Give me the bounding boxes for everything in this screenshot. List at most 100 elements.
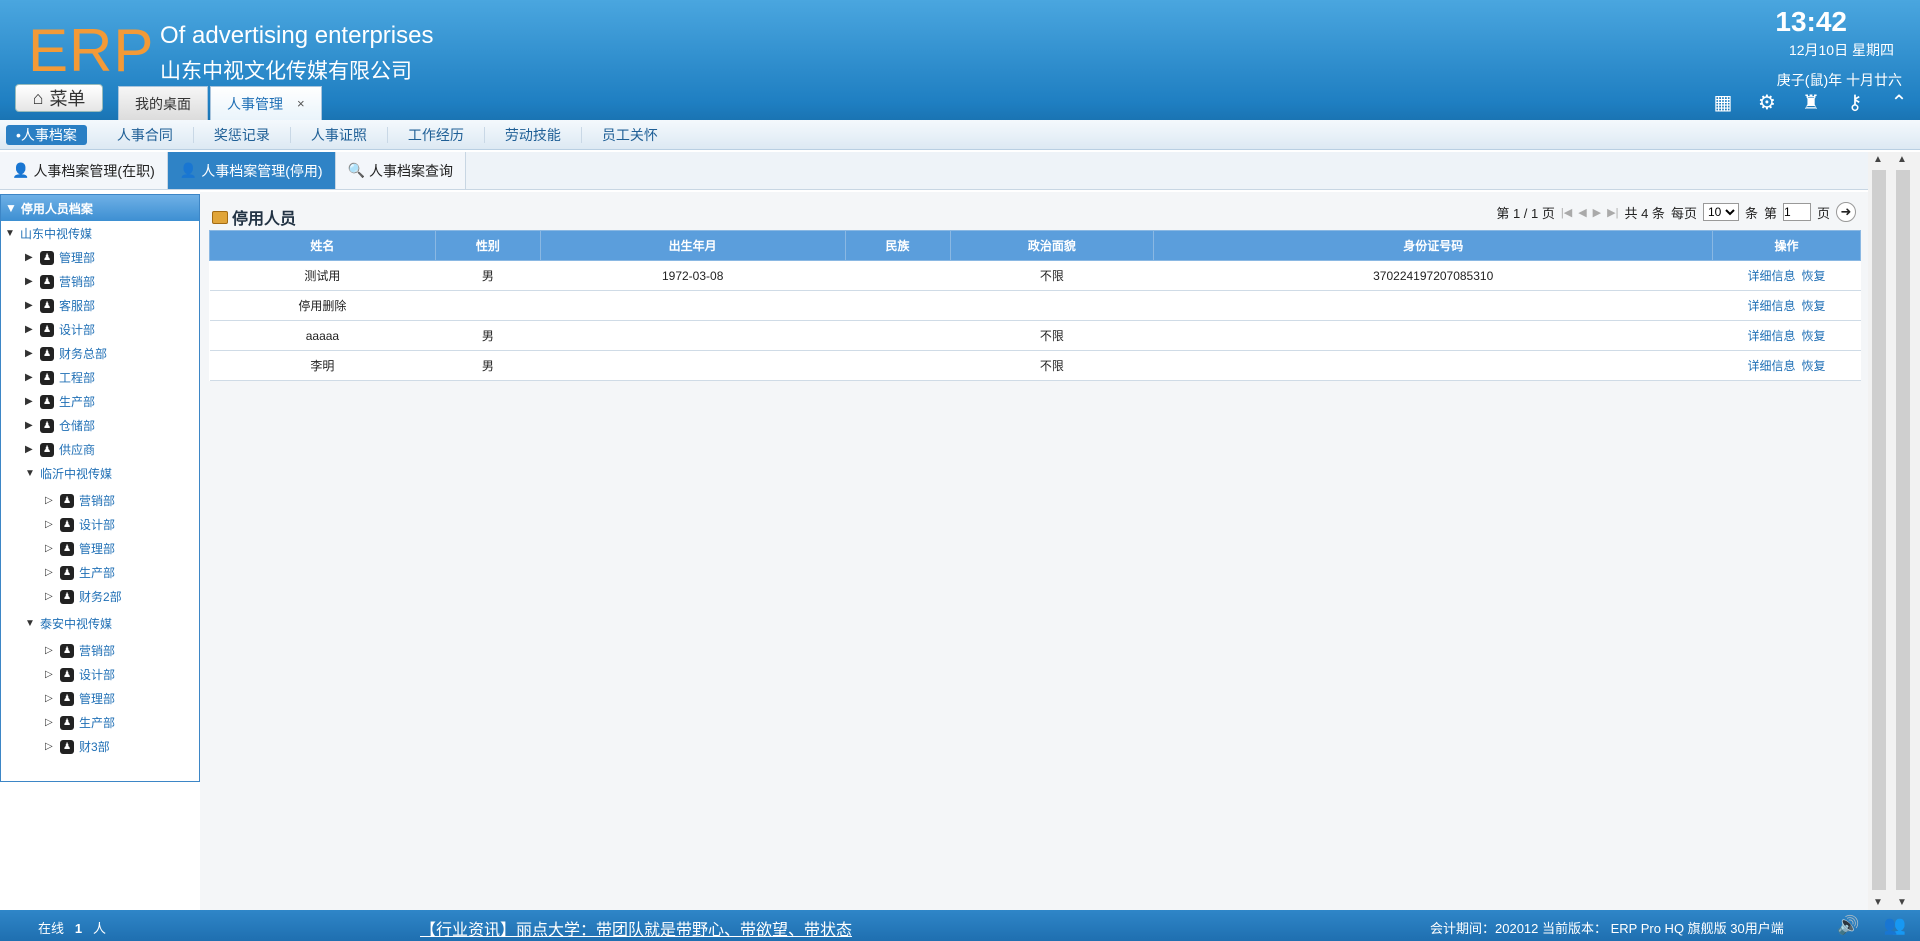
restore-link[interactable]: 恢复 (1802, 359, 1826, 373)
tree-node[interactable]: ▷ ♟ 营销部 (45, 492, 115, 509)
chevron-right-icon[interactable]: ▶ (25, 276, 35, 287)
key-icon[interactable]: ⚷ (1844, 92, 1866, 114)
tree-node[interactable]: ▷ ♟ 设计部 (45, 666, 115, 683)
scroll-down-icon[interactable]: ▼ (1897, 897, 1907, 908)
detail-link[interactable]: 详细信息 (1748, 269, 1796, 283)
go-arrow-icon[interactable]: ➜ (1836, 202, 1856, 222)
scroll-down-icon[interactable]: ▼ (1873, 897, 1883, 908)
next-page-icon[interactable]: ▶ (1593, 206, 1601, 219)
tree-node[interactable]: ▼ 临沂中视传媒 (25, 465, 112, 482)
chevron-right-icon[interactable]: ▷ (45, 519, 55, 530)
chevron-right-icon[interactable]: ▶ (25, 444, 35, 455)
tab-hr-management[interactable]: 人事管理 × (210, 86, 322, 120)
table-row[interactable]: aaaaa 男 不限 详细信息 恢复 (209, 320, 1861, 351)
col-political[interactable]: 政治面貌 (949, 230, 1155, 261)
tree-node[interactable]: ▶ ♟ 财务总部 (25, 345, 107, 362)
chevron-right-icon[interactable]: ▶ (25, 372, 35, 383)
chevron-right-icon[interactable]: ▷ (45, 669, 55, 680)
scroll-up-icon[interactable]: ▲ (1873, 154, 1883, 165)
tree-node[interactable]: ▼ 泰安中视传媒 (25, 615, 112, 632)
tree-node[interactable]: ▷ ♟ 财务2部 (45, 588, 122, 605)
tree-node[interactable]: ▷ ♟ 管理部 (45, 690, 115, 707)
chevron-right-icon[interactable]: ▷ (45, 495, 55, 506)
chevron-right-icon[interactable]: ▶ (25, 420, 35, 431)
subnav-work-history[interactable]: 工作经历 (388, 126, 485, 143)
chevron-right-icon[interactable]: ▷ (45, 741, 55, 752)
tree-node[interactable]: ▷ ♟ 生产部 (45, 564, 115, 581)
col-id-number[interactable]: 身份证号码 (1153, 230, 1714, 261)
col-gender[interactable]: 性别 (434, 230, 541, 261)
tree-node[interactable]: ▶ ♟ 生产部 (25, 393, 95, 410)
tree-header[interactable]: ▼ 停用人员档案 (1, 195, 199, 221)
chevron-down-icon[interactable]: ▼ (5, 228, 15, 239)
users-icon[interactable]: 👥 (1884, 915, 1906, 936)
scroll-track[interactable] (1872, 170, 1886, 890)
tree-node[interactable]: ▶ ♟ 工程部 (25, 369, 95, 386)
subnav-rewards[interactable]: 奖惩记录 (194, 126, 291, 143)
per-page-select[interactable]: 10 (1702, 203, 1739, 221)
shirt-icon[interactable]: ♜ (1800, 92, 1822, 114)
tree-node[interactable]: ▼ 山东中视传媒 (5, 225, 92, 242)
gear-icon[interactable]: ⚙ (1756, 92, 1778, 114)
tree-node[interactable]: ▶ ♟ 管理部 (25, 249, 95, 266)
tab-archive-query[interactable]: 🔍 人事档案查询 (335, 152, 466, 189)
table-row[interactable]: 李明男 不限 详细信息 恢复 (209, 350, 1861, 381)
prev-page-icon[interactable]: ◀ (1578, 206, 1586, 219)
vertical-scrollbar[interactable]: ▲ ▲ ▼ ▼ (1868, 152, 1920, 910)
chevron-right-icon[interactable]: ▷ (45, 543, 55, 554)
subnav-hr-contract[interactable]: 人事合同 (97, 126, 194, 143)
table-row[interactable]: 停用删除 详细信息 恢复 (209, 290, 1861, 321)
col-birth[interactable]: 出生年月 (539, 230, 846, 261)
tree-node[interactable]: ▷ ♟ 生产部 (45, 714, 115, 731)
chevron-right-icon[interactable]: ▶ (25, 252, 35, 263)
chevron-right-icon[interactable]: ▶ (25, 300, 35, 311)
close-icon[interactable]: × (297, 96, 305, 111)
chevron-right-icon[interactable]: ▷ (45, 717, 55, 728)
subnav-hr-archive[interactable]: •人事档案 (6, 124, 87, 145)
restore-link[interactable]: 恢复 (1802, 299, 1826, 313)
chevron-right-icon[interactable]: ▷ (45, 693, 55, 704)
news-ticker-link[interactable]: 【行业资讯】丽点大学：带团队就是带野心、带欲望、带状态 (420, 916, 852, 940)
detail-link[interactable]: 详细信息 (1748, 329, 1796, 343)
chevron-right-icon[interactable]: ▷ (45, 645, 55, 656)
col-name[interactable]: 姓名 (209, 230, 436, 261)
detail-link[interactable]: 详细信息 (1748, 359, 1796, 373)
detail-link[interactable]: 详细信息 (1748, 299, 1796, 313)
tab-archive-disabled[interactable]: 👤 人事档案管理(停用) (167, 152, 336, 189)
goto-page-input[interactable] (1782, 203, 1811, 221)
tree-node[interactable]: ▶ ♟ 仓储部 (25, 417, 95, 434)
tab-my-desktop[interactable]: 我的桌面 (118, 86, 208, 120)
subnav-labor-skills[interactable]: 劳动技能 (485, 126, 582, 143)
first-page-icon[interactable]: |◀ (1561, 206, 1572, 219)
chevron-down-icon[interactable]: ▼ (25, 618, 35, 629)
tab-archive-active[interactable]: 👤 人事档案管理(在职) (0, 152, 168, 189)
scroll-track[interactable] (1896, 170, 1910, 890)
chevron-right-icon[interactable]: ▷ (45, 591, 55, 602)
subnav-employee-care[interactable]: 员工关怀 (582, 127, 678, 143)
restore-link[interactable]: 恢复 (1802, 329, 1826, 343)
collapse-up-icon[interactable]: ⌃ (1888, 92, 1910, 114)
speaker-icon[interactable]: 🔊 (1837, 915, 1859, 936)
tree-node[interactable]: ▷ ♟ 设计部 (45, 516, 115, 533)
tree-node[interactable]: ▶ ♟ 供应商 (25, 441, 95, 458)
menu-button[interactable]: ⌂ 菜单 (15, 84, 103, 112)
chevron-down-icon[interactable]: ▼ (25, 468, 35, 479)
scroll-up-icon[interactable]: ▲ (1897, 154, 1907, 165)
subnav-certificates[interactable]: 人事证照 (291, 126, 388, 143)
tree-node[interactable]: ▶ ♟ 客服部 (25, 297, 95, 314)
tree-node[interactable]: ▶ ♟ 设计部 (25, 321, 95, 338)
last-page-icon[interactable]: ▶| (1607, 206, 1618, 219)
tree-node[interactable]: ▶ ♟ 营销部 (25, 273, 95, 290)
online-unit: 人 (92, 921, 106, 936)
chevron-right-icon[interactable]: ▶ (25, 324, 35, 335)
chevron-right-icon[interactable]: ▶ (25, 396, 35, 407)
tree-node[interactable]: ▷ ♟ 营销部 (45, 642, 115, 659)
grid-add-icon[interactable]: ▦ (1712, 92, 1734, 114)
tree-node[interactable]: ▷ ♟ 财3部 (45, 738, 110, 755)
restore-link[interactable]: 恢复 (1802, 269, 1826, 283)
table-row[interactable]: 测试用男 1972-03-08 不限 370224197207085310 详细信息 恢复 (209, 260, 1861, 291)
chevron-right-icon[interactable]: ▶ (25, 348, 35, 359)
tree-node[interactable]: ▷ ♟ 管理部 (45, 540, 115, 557)
col-ethnic[interactable]: 民族 (844, 230, 951, 261)
chevron-right-icon[interactable]: ▷ (45, 567, 55, 578)
